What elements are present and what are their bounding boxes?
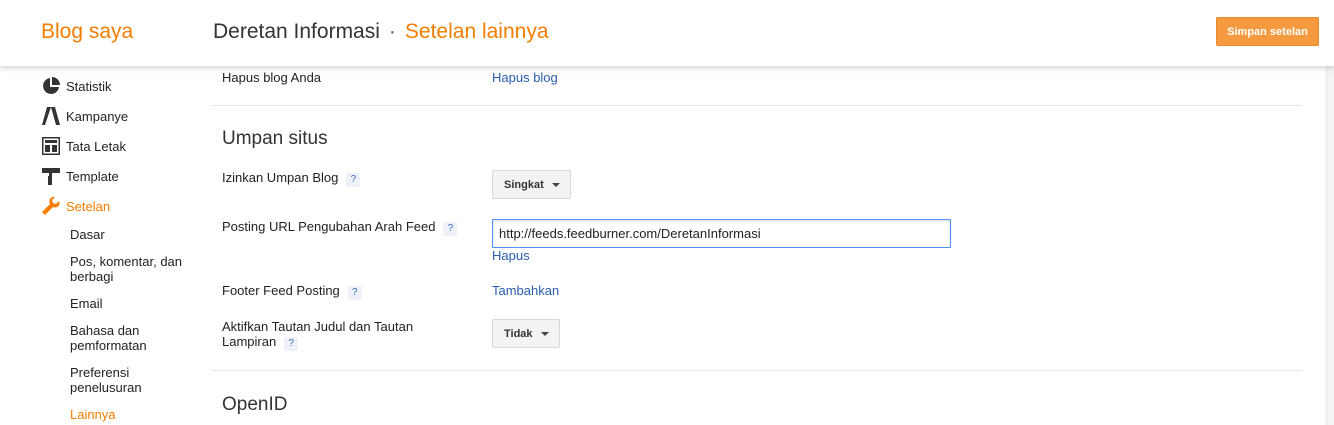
sidebar: Statistik Kampanye Tata Letak Template S…: [0, 66, 200, 425]
wrench-icon: [41, 197, 60, 216]
pie-chart-icon: [41, 77, 60, 96]
sidebar-subitem-preferensi[interactable]: Preferensi penelusuran: [70, 365, 195, 395]
openid-section-title: OpenID: [222, 394, 288, 415]
delete-blog-link[interactable]: Hapus blog: [492, 70, 558, 85]
footer-feed-label: Footer Feed Posting?: [222, 283, 362, 300]
sidebar-item-label: Template: [66, 168, 119, 184]
blog-name-link[interactable]: Blog saya: [41, 20, 133, 44]
sidebar-item-label: Statistik: [66, 78, 112, 94]
redirect-url-label-text: Posting URL Pengubahan Arah Feed: [222, 219, 436, 234]
section-divider: [212, 105, 1302, 106]
save-settings-button[interactable]: Simpan setelan: [1216, 17, 1319, 46]
redirect-remove-link[interactable]: Hapus: [492, 248, 530, 263]
top-header: Blog saya Deretan Informasi · Setelan lain…: [0, 0, 1334, 66]
sidebar-item-statistik[interactable]: Statistik: [41, 76, 112, 96]
sidebar-subitem-dasar[interactable]: Dasar: [70, 227, 195, 242]
blogger-settings-page: Blog saya Deretan Informasi · Setelan lain…: [0, 0, 1334, 425]
sidebar-item-label: Tata Letak: [66, 138, 126, 154]
allow-feed-label: Izinkan Umpan Blog?: [222, 170, 361, 187]
settings-subtitle: Setelan lainnya: [404, 20, 549, 43]
sidebar-item-label: Kampanye: [66, 108, 129, 124]
sidebar-item-tata-letak[interactable]: Tata Letak: [41, 136, 126, 156]
help-icon[interactable]: ?: [443, 222, 458, 236]
paint-roller-icon: [41, 167, 60, 186]
section-divider: [212, 370, 1302, 371]
title-links-dropdown[interactable]: Tidak: [492, 319, 560, 348]
help-icon[interactable]: ?: [284, 337, 299, 351]
sidebar-item-label: Setelan: [66, 198, 111, 214]
chevron-down-icon: [540, 331, 549, 336]
sidebar-item-template[interactable]: Template: [41, 166, 119, 186]
chevron-down-icon: [551, 182, 560, 187]
allow-feed-value: Singkat: [504, 178, 544, 191]
allow-feed-label-text: Izinkan Umpan Blog: [222, 170, 339, 185]
scrollbar-track[interactable]: [1326, 66, 1334, 425]
footer-feed-label-text: Footer Feed Posting: [222, 283, 340, 298]
blog-title: Deretan Informasi: [213, 20, 380, 43]
layout-icon: [41, 137, 60, 156]
title-separator: ·: [388, 20, 396, 43]
feed-section-title: Umpan situs: [222, 128, 328, 149]
sidebar-subitem-bahasa[interactable]: Bahasa dan pemformatan: [70, 323, 195, 353]
campaign-icon: [41, 107, 60, 126]
page-title: Deretan Informasi · Setelan lainnya: [213, 20, 549, 44]
allow-feed-dropdown[interactable]: Singkat: [492, 170, 571, 199]
title-links-label-text: Aktifkan Tautan Judul dan Tautan Lampira…: [222, 319, 414, 349]
redirect-url-input[interactable]: [492, 219, 951, 248]
delete-blog-label: Hapus blog Anda: [222, 70, 322, 85]
sidebar-item-kampanye[interactable]: Kampanye: [41, 106, 128, 126]
sidebar-item-setelan[interactable]: Setelan: [41, 196, 110, 216]
help-icon[interactable]: ?: [346, 173, 361, 187]
help-icon[interactable]: ?: [347, 286, 362, 300]
sidebar-subitem-lainnya[interactable]: Lainnya: [70, 407, 195, 422]
sidebar-subitem-email[interactable]: Email: [70, 296, 195, 311]
title-links-value: Tidak: [504, 327, 533, 340]
footer-feed-add-link[interactable]: Tambahkan: [492, 283, 559, 298]
redirect-url-label: Posting URL Pengubahan Arah Feed?: [222, 219, 458, 236]
sidebar-subitem-pos-komentar[interactable]: Pos, komentar, dan berbagi: [70, 254, 195, 284]
title-links-label: Aktifkan Tautan Judul dan Tautan Lampira…: [222, 319, 452, 351]
